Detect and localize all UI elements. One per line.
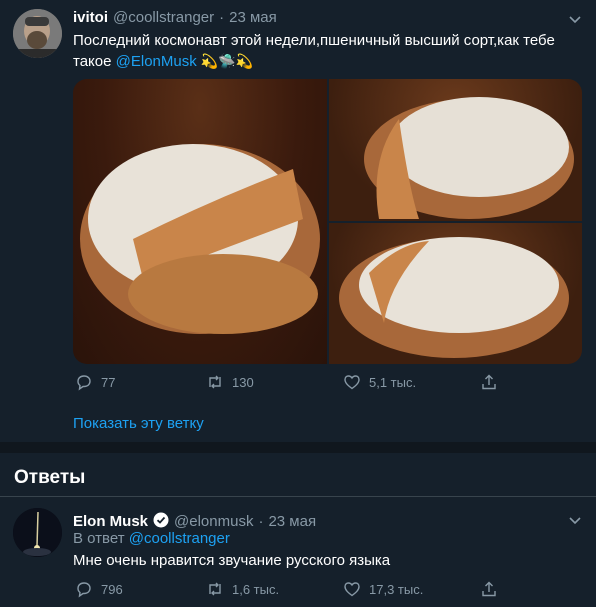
reply-text: Мне очень нравится звучание русского язы…	[73, 552, 391, 569]
media-grid	[73, 79, 582, 364]
reply-header: Elon Musk @elonmusk · 23 мая	[73, 510, 316, 530]
like-icon	[344, 375, 360, 390]
divider	[0, 496, 596, 497]
reply-action[interactable]: 796	[75, 580, 123, 598]
mention-link[interactable]: @ElonMusk	[116, 53, 197, 70]
reply-date[interactable]: 23 мая	[268, 513, 316, 530]
share-action[interactable]	[480, 373, 498, 391]
reply-author-handle[interactable]: @elonmusk	[174, 513, 253, 530]
reply-icon	[77, 582, 91, 598]
share-icon	[482, 581, 496, 597]
reply-to-handle[interactable]: @coollstranger	[129, 530, 230, 547]
like-icon	[344, 582, 360, 597]
tweet-date[interactable]: 23 мая	[229, 9, 277, 26]
reply-avatar[interactable]	[13, 508, 62, 557]
retweet-count: 130	[232, 374, 254, 390]
retweet-icon	[209, 582, 221, 596]
photo-2[interactable]	[329, 79, 582, 221]
retweet-action[interactable]: 1,6 тыс.	[206, 580, 279, 598]
reply-to-line: В ответ @coollstranger	[73, 530, 230, 547]
chevron-down-icon[interactable]	[568, 12, 582, 26]
author-name[interactable]: ivitoi	[73, 9, 108, 26]
author-handle[interactable]: @coollstranger	[113, 9, 214, 26]
reply-actions: 796 1,6 тыс. 17,3 тыс.	[73, 580, 513, 602]
like-count: 5,1 тыс.	[369, 374, 417, 390]
tweet-actions: 77 130 5,1 тыс.	[73, 373, 513, 395]
chevron-down-icon[interactable]	[568, 513, 582, 527]
reply-to-prefix: В ответ	[73, 530, 125, 547]
show-thread-link[interactable]: Показать эту ветку	[73, 415, 204, 432]
reply-author-name[interactable]: Elon Musk	[73, 513, 148, 530]
share-icon	[482, 374, 496, 390]
replies-heading: Ответы	[14, 467, 86, 488]
tweet-text: Последний космонавт этой недели,пшеничны…	[73, 31, 573, 72]
dot-separator: ·	[219, 9, 225, 26]
reply-icon	[77, 375, 91, 391]
avatar[interactable]	[13, 9, 62, 58]
tweet-header: ivitoi @coollstranger · 23 мая	[73, 9, 277, 29]
share-action[interactable]	[480, 580, 498, 598]
retweet-count: 1,6 тыс.	[232, 581, 280, 597]
emoji-group: 💫🛸💫	[200, 53, 254, 69]
verified-icon	[153, 512, 169, 528]
section-divider	[0, 442, 596, 453]
like-count: 17,3 тыс.	[369, 581, 424, 597]
photo-3[interactable]	[329, 223, 582, 364]
photo-1[interactable]	[73, 79, 327, 364]
retweet-action[interactable]: 130	[206, 373, 254, 391]
reply-count: 796	[101, 581, 123, 597]
tweet: ivitoi @coollstranger · 23 мая Последний…	[0, 0, 596, 442]
like-action[interactable]: 17,3 тыс.	[343, 580, 423, 598]
retweet-icon	[209, 375, 221, 389]
like-action[interactable]: 5,1 тыс.	[343, 373, 416, 391]
dot-separator: ·	[258, 513, 264, 530]
reply-count: 77	[101, 374, 116, 390]
reply-action[interactable]: 77	[75, 373, 115, 391]
